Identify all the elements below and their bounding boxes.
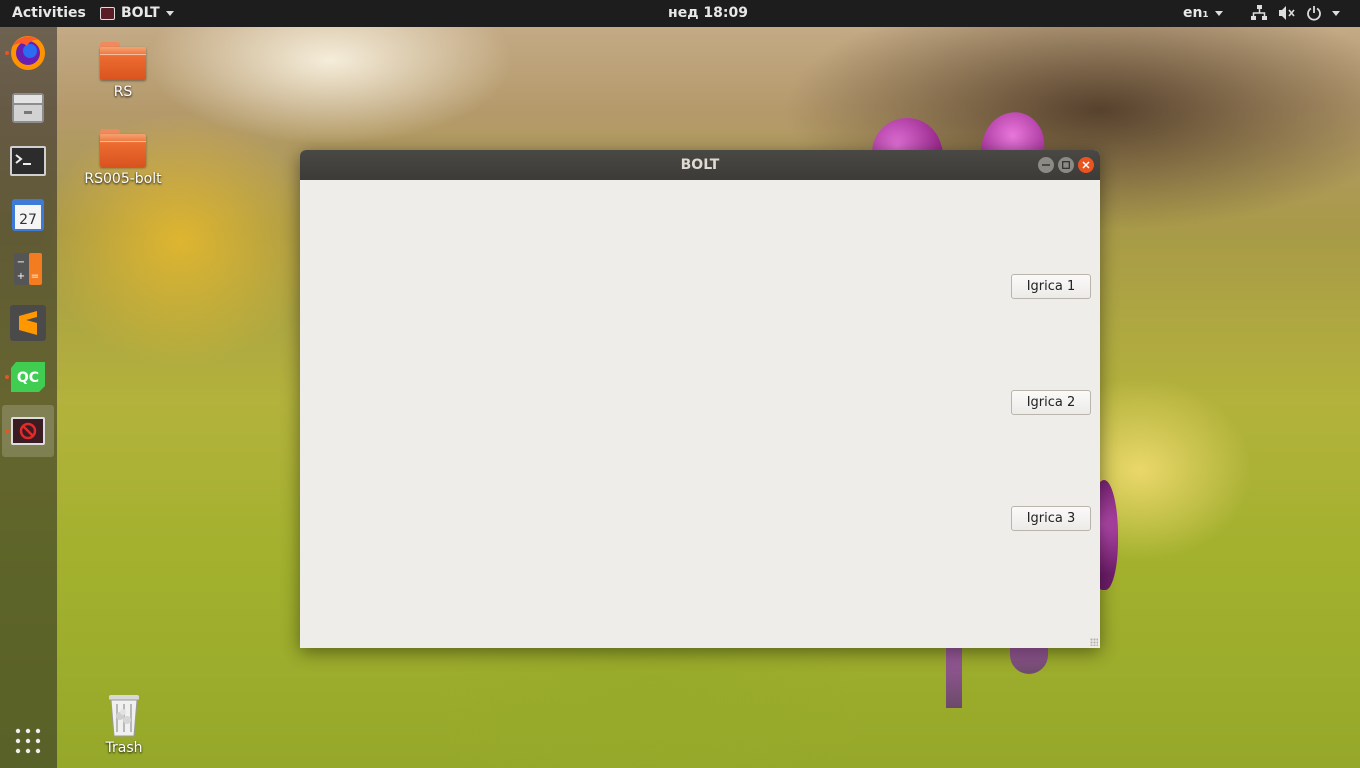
desktop-folder-rs005-bolt[interactable]: RS005-bolt [75, 129, 171, 187]
bolt-window: BOLT Igrica 1 Igrica 2 Igrica 3 [300, 150, 1100, 648]
igrica-3-button[interactable]: Igrica 3 [1011, 506, 1091, 531]
show-applications-button[interactable] [2, 715, 54, 767]
desktop-icon-label: RS005-bolt [84, 171, 162, 187]
folder-icon [100, 129, 146, 167]
minimize-icon [1042, 164, 1050, 166]
maximize-button[interactable] [1058, 157, 1074, 173]
folder-icon [100, 42, 146, 80]
dock-item-calendar[interactable]: 27 [2, 189, 54, 241]
volume-muted-icon [1279, 6, 1295, 20]
desktop-trash[interactable]: Trash [76, 692, 172, 756]
resize-grip[interactable] [1090, 638, 1098, 646]
maximize-icon [1062, 161, 1070, 169]
network-icon [1251, 5, 1267, 20]
trash-icon [109, 695, 139, 737]
calendar-day: 27 [19, 212, 37, 228]
qt-creator-label: QC [17, 370, 39, 386]
language-indicator[interactable]: en₁ [1183, 5, 1223, 21]
clock[interactable]: нед 18:09 [0, 5, 1360, 21]
dock-item-firefox[interactable] [2, 27, 54, 79]
dock-item-calculator[interactable]: − + = [2, 243, 54, 295]
app-grid-icon [15, 728, 41, 754]
background-flower-stem [946, 648, 962, 708]
minimize-button[interactable] [1038, 157, 1054, 173]
terminal-icon [10, 146, 46, 176]
system-tray[interactable] [1250, 5, 1340, 21]
chevron-down-icon [1332, 10, 1340, 16]
language-label: en₁ [1183, 5, 1209, 21]
close-button[interactable] [1078, 157, 1094, 173]
firefox-icon [11, 36, 45, 70]
dock-item-sublime-text[interactable] [2, 297, 54, 349]
dock: 27 − + = QC [0, 27, 57, 768]
power-icon [1307, 6, 1321, 21]
running-indicator [5, 429, 9, 433]
window-titlebar[interactable]: BOLT [300, 150, 1100, 180]
svg-text:=: = [31, 271, 39, 282]
calculator-icon: − + = [14, 253, 42, 285]
dock-item-files[interactable] [2, 81, 54, 133]
running-indicator [5, 51, 9, 55]
dock-item-bolt-app[interactable] [2, 405, 54, 457]
desktop-icon-label: RS [113, 84, 133, 100]
calendar-icon: 27 [12, 199, 44, 231]
file-cabinet-icon [12, 93, 44, 123]
svg-text:−: − [17, 257, 25, 268]
igrica-2-button[interactable]: Igrica 2 [1011, 390, 1091, 415]
svg-text:+: + [17, 271, 25, 282]
background-flower-stem [1010, 648, 1048, 674]
dock-item-terminal[interactable] [2, 135, 54, 187]
sublime-text-icon [10, 305, 46, 341]
close-icon [1082, 161, 1090, 169]
dock-item-qt-creator[interactable]: QC [2, 351, 54, 403]
igrica-1-button[interactable]: Igrica 1 [1011, 274, 1091, 299]
desktop-icon-label: Trash [105, 740, 143, 756]
qt-creator-icon: QC [11, 362, 45, 392]
chevron-down-icon [1214, 10, 1223, 16]
bolt-app-icon [11, 417, 45, 445]
running-indicator [5, 375, 9, 379]
top-bar: Activities BOLT нед 18:09 en₁ [0, 0, 1360, 27]
window-title: BOLT [680, 157, 720, 173]
desktop-folder-rs[interactable]: RS [75, 42, 171, 100]
